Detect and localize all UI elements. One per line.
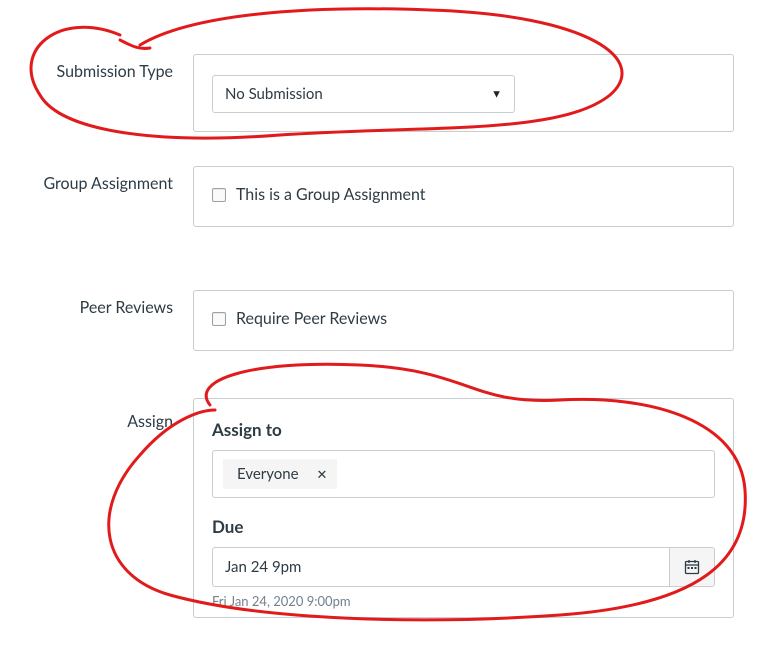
- due-date-hint: Fri Jan 24, 2020 9:00pm: [212, 593, 715, 609]
- group-assignment-checkbox[interactable]: [212, 188, 226, 202]
- close-icon[interactable]: ✕: [317, 466, 328, 483]
- peer-reviews-label: Peer Reviews: [0, 290, 193, 317]
- due-date-input[interactable]: [212, 547, 669, 587]
- assignment-form-section: Submission Type No Submission ▼ Group As…: [0, 0, 770, 637]
- submission-type-label: Submission Type: [0, 54, 193, 81]
- submission-type-select[interactable]: No Submission ▼: [212, 75, 515, 113]
- assign-label: Assign: [0, 398, 193, 431]
- chevron-down-icon: ▼: [491, 88, 502, 101]
- due-heading: Due: [212, 516, 715, 537]
- peer-reviews-checkbox[interactable]: [212, 312, 226, 326]
- group-assignment-label: Group Assignment: [0, 166, 193, 193]
- assign-row: Assign Assign to Everyone ✕ Due: [0, 398, 770, 618]
- peer-reviews-checkbox-label: Require Peer Reviews: [236, 309, 387, 328]
- calendar-button[interactable]: [669, 547, 715, 587]
- submission-type-panel: No Submission ▼: [193, 54, 734, 132]
- peer-reviews-checkbox-row[interactable]: Require Peer Reviews: [212, 309, 715, 328]
- assign-to-input[interactable]: Everyone ✕: [212, 450, 715, 498]
- submission-type-selected: No Submission: [225, 85, 323, 103]
- peer-reviews-panel: Require Peer Reviews: [193, 290, 734, 351]
- group-assignment-checkbox-row[interactable]: This is a Group Assignment: [212, 185, 715, 204]
- assignee-chip-label: Everyone: [237, 465, 299, 483]
- assign-to-heading: Assign to: [212, 419, 715, 440]
- group-assignment-checkbox-label: This is a Group Assignment: [236, 185, 426, 204]
- peer-reviews-row: Peer Reviews Require Peer Reviews: [0, 290, 770, 351]
- group-assignment-row: Group Assignment This is a Group Assignm…: [0, 166, 770, 227]
- assignee-chip: Everyone ✕: [223, 459, 337, 489]
- group-assignment-panel: This is a Group Assignment: [193, 166, 734, 227]
- assign-panel: Assign to Everyone ✕ Due: [193, 398, 734, 618]
- submission-type-row: Submission Type No Submission ▼: [0, 54, 770, 132]
- calendar-icon: [684, 559, 700, 575]
